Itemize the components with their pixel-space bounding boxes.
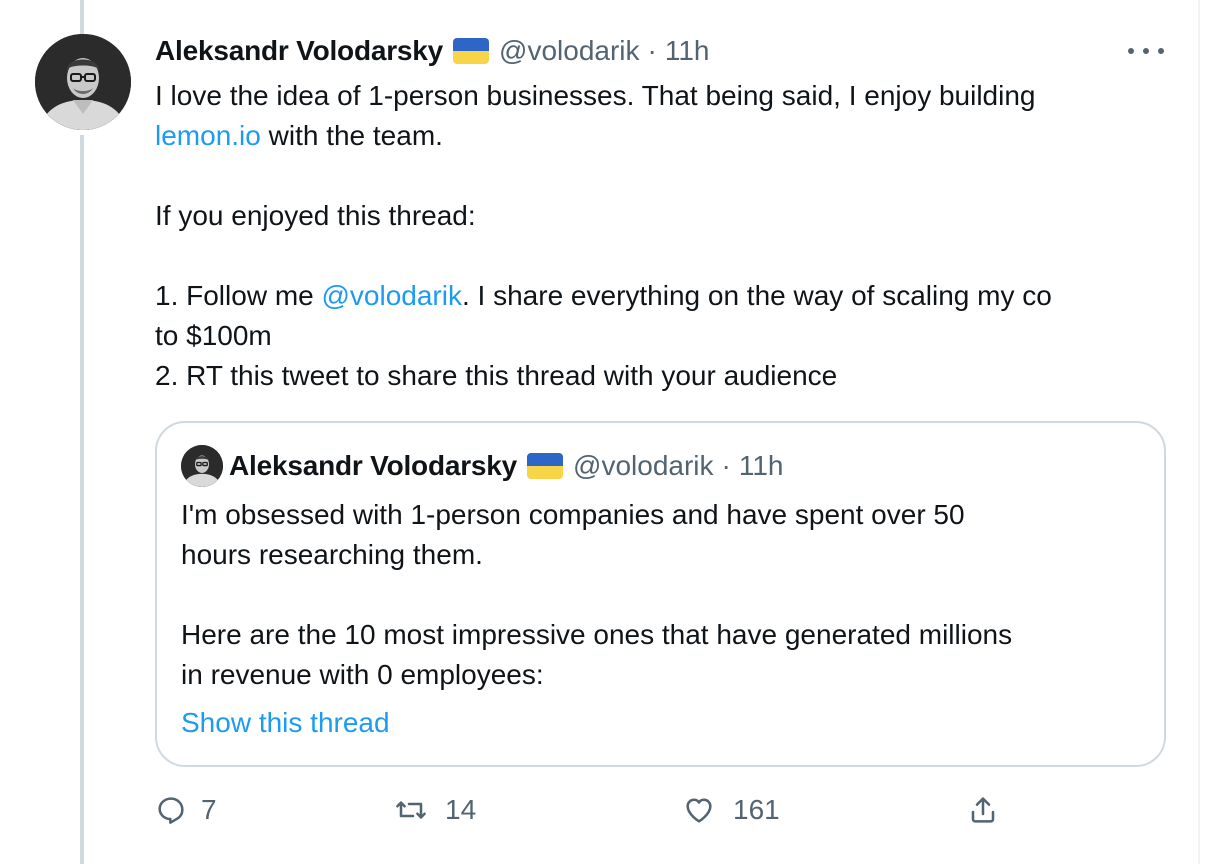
quoted-tweet-card[interactable]: Aleksandr Volodarsky @volodarik · 11h I'…	[155, 421, 1166, 767]
quoted-line-3	[181, 575, 1141, 615]
author-name[interactable]: Aleksandr Volodarsky	[155, 35, 443, 67]
tweet-line-1: I love the idea of 1-person businesses. …	[155, 80, 1036, 111]
tweet-line-3: If you enjoyed this thread:	[155, 200, 476, 231]
tweet-text: I love the idea of 1-person businesses. …	[155, 76, 1185, 396]
column-border	[1198, 0, 1200, 864]
thread-connector-top	[80, 0, 84, 34]
retweet-icon	[396, 801, 426, 819]
tweet-header: Aleksandr Volodarsky @volodarik · 11h	[155, 30, 710, 72]
tweet-line-2: lemon.io with the team.	[155, 116, 1185, 156]
tweet-line-4-rest: . I share everything on the way of scali…	[461, 280, 1052, 311]
author-handle[interactable]: @volodarik	[499, 35, 639, 67]
quoted-line-5: in revenue with 0 employees:	[181, 659, 544, 690]
retweet-count: 14	[445, 794, 477, 825]
ukraine-flag-icon	[527, 453, 564, 479]
mention-link[interactable]: @volodarik	[322, 280, 462, 311]
quoted-tweet-header: Aleksandr Volodarsky @volodarik · 11h	[229, 445, 784, 487]
heart-icon	[686, 798, 712, 823]
ukraine-flag-icon	[453, 38, 490, 64]
like-button[interactable]: 161	[683, 788, 780, 832]
share-button[interactable]	[967, 788, 999, 832]
quoted-author-name: Aleksandr Volodarsky	[229, 450, 518, 481]
quoted-avatar	[181, 445, 223, 487]
share-icon	[971, 797, 995, 823]
tweet-line-4: 1. Follow me @volodarik. I share everyth…	[155, 276, 1185, 316]
tweet-line-6: 2. RT this tweet to share this thread wi…	[155, 360, 838, 391]
lemon-link[interactable]: lemon.io	[155, 120, 261, 151]
meta-separator: ·	[647, 35, 657, 66]
thread-connector-bottom	[80, 135, 84, 864]
avatar-photo	[35, 34, 131, 130]
reply-icon	[158, 797, 184, 824]
reply-button[interactable]: 7	[155, 788, 217, 832]
show-thread-link[interactable]: Show this thread	[181, 703, 390, 743]
tweet-line-4-start: 1. Follow me	[155, 280, 322, 311]
like-count: 161	[733, 794, 780, 825]
quoted-line-1: I'm obsessed with 1-person companies and…	[181, 499, 965, 530]
quoted-timestamp: 11h	[738, 450, 784, 481]
quoted-tweet-text: I'm obsessed with 1-person companies and…	[181, 495, 1141, 695]
tweet-line-5: to $100m	[155, 320, 272, 351]
quoted-meta-separator: ·	[721, 450, 731, 481]
tweet-action-bar: 7 14 161	[155, 788, 1166, 832]
more-options-icon[interactable]	[1124, 36, 1168, 66]
retweet-button[interactable]: 14	[395, 788, 476, 832]
reply-count: 7	[201, 794, 217, 825]
avatar[interactable]	[35, 34, 131, 130]
tweet-timestamp[interactable]: 11h	[665, 35, 710, 67]
quoted-line-2: hours researching them.	[181, 539, 483, 570]
quoted-line-4: Here are the 10 most impressive ones tha…	[181, 619, 1013, 650]
quoted-avatar-photo	[181, 445, 223, 487]
tweet-line-2-text: with the team.	[260, 120, 443, 151]
quoted-author-handle: @volodarik	[573, 450, 714, 481]
